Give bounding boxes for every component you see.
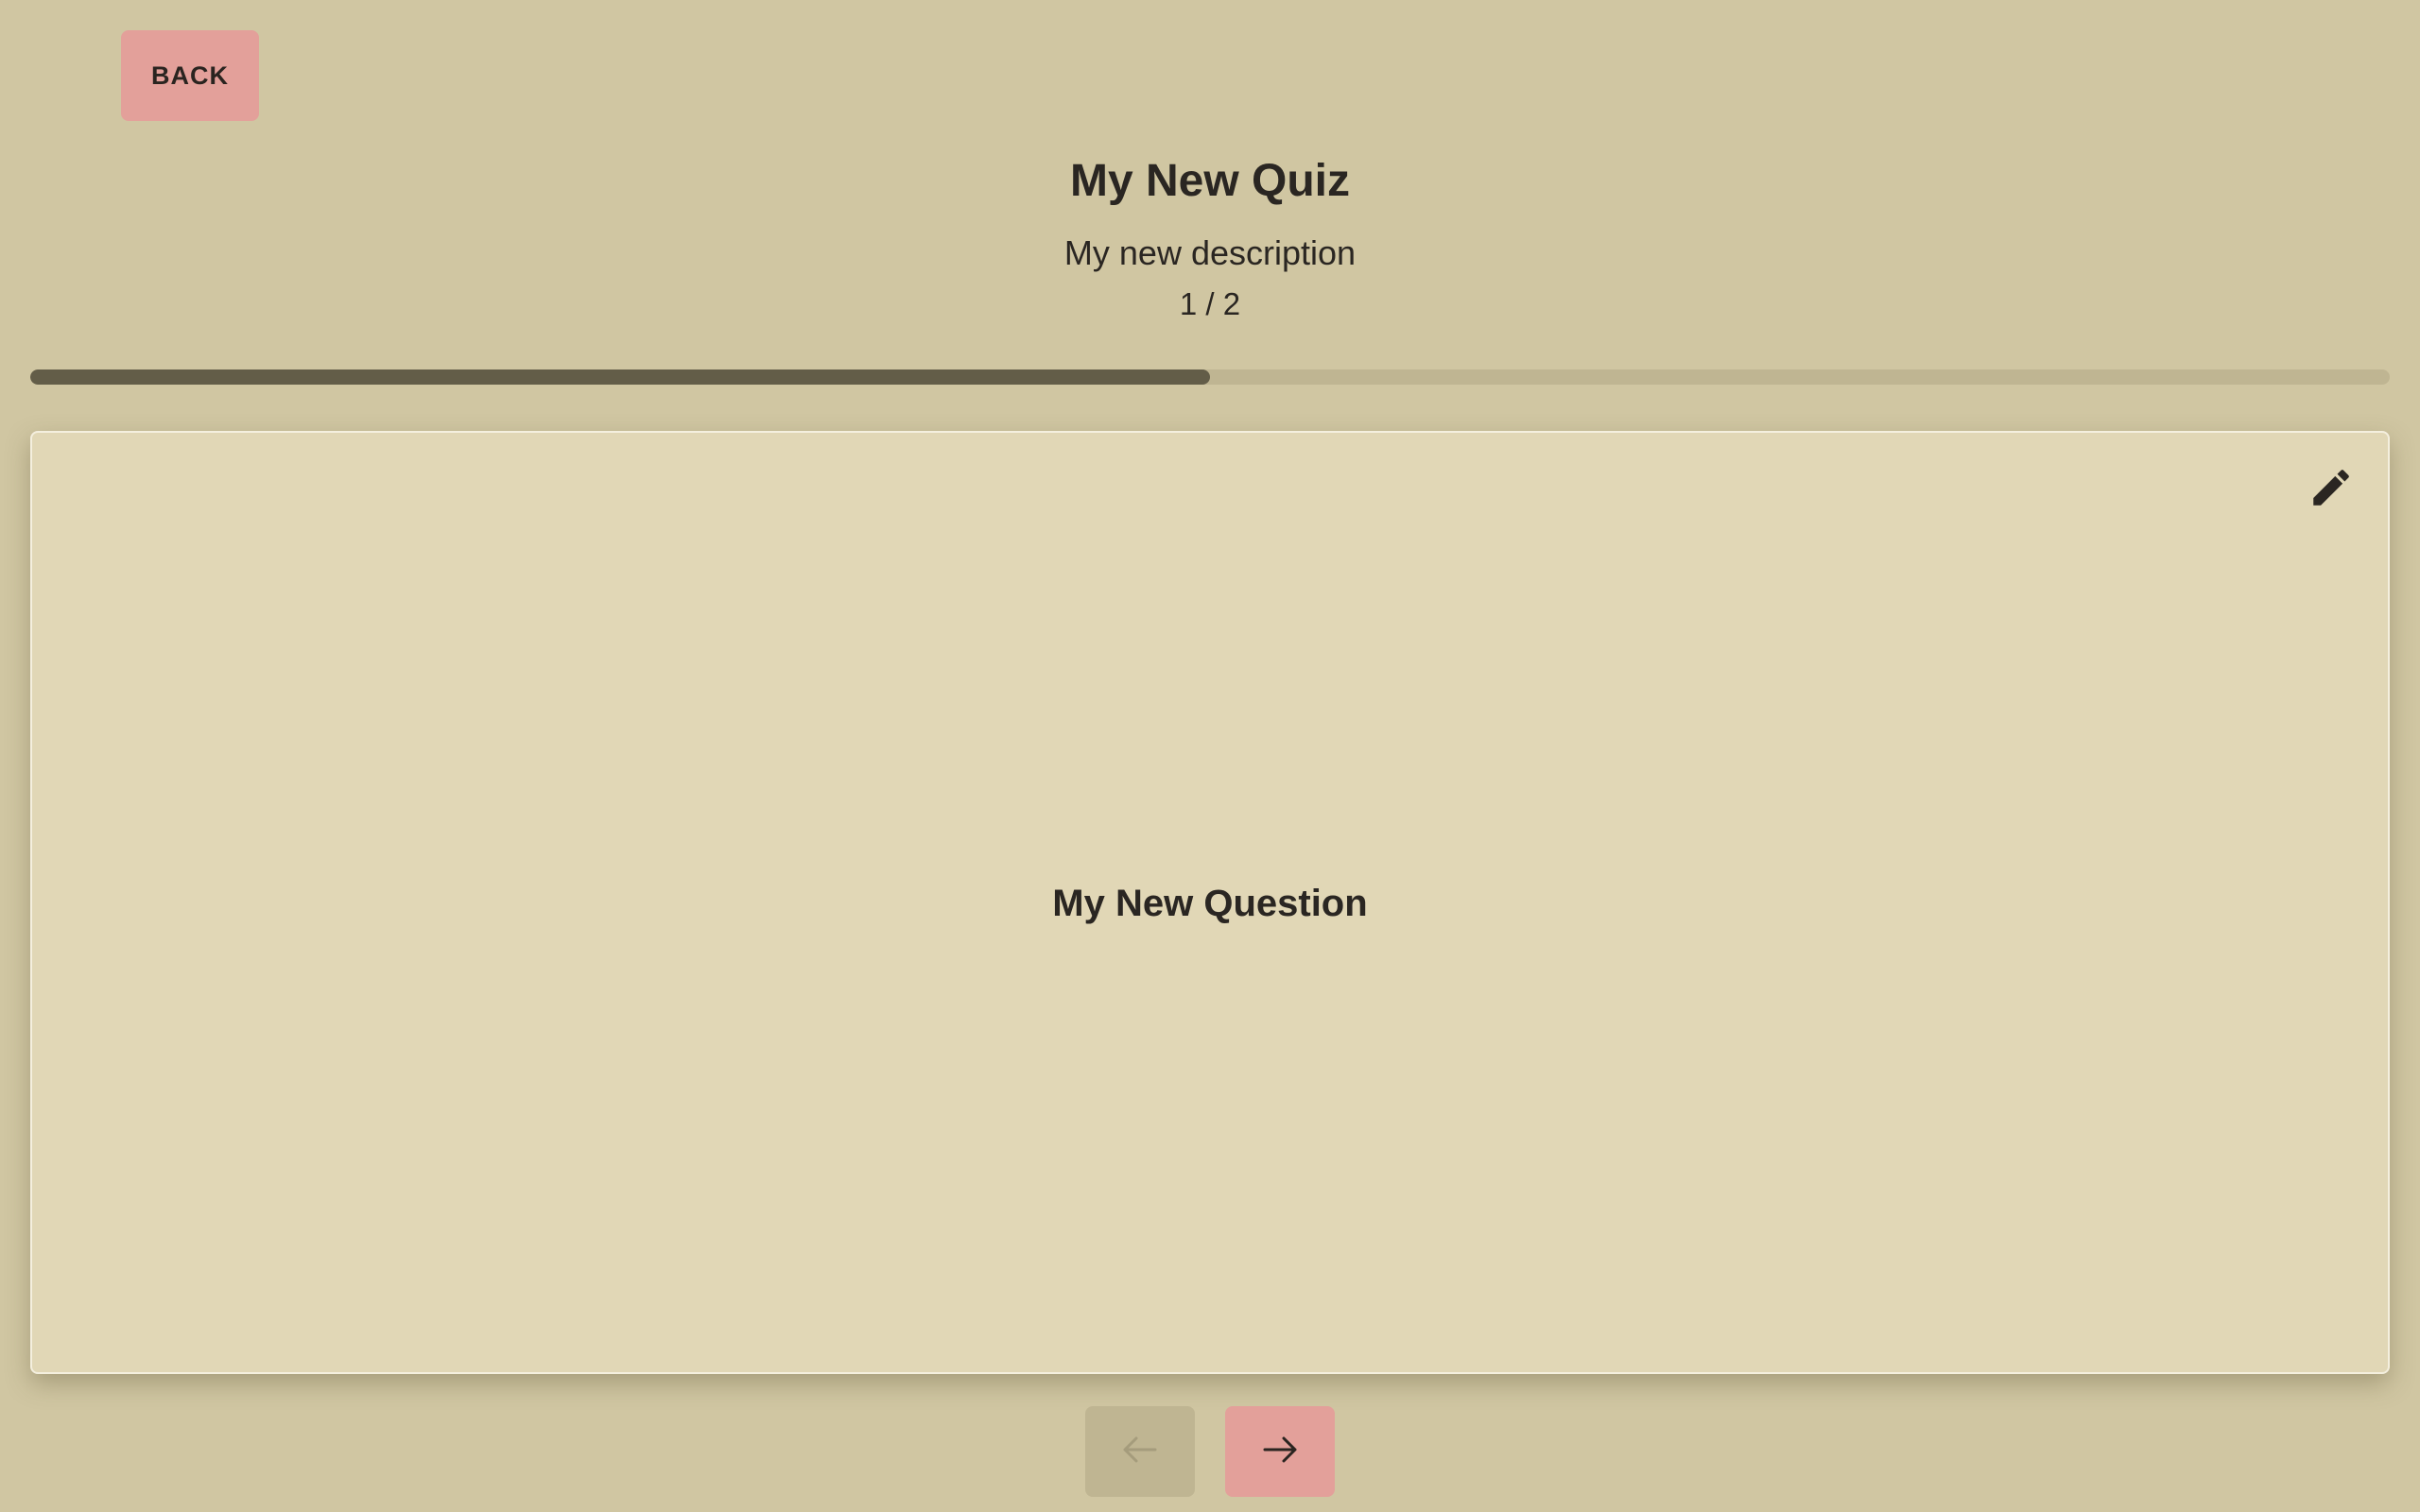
question-text: My New Question — [1052, 883, 1368, 924]
question-card[interactable]: My New Question — [30, 431, 2390, 1374]
pencil-icon — [2308, 464, 2355, 516]
edit-button[interactable] — [2303, 461, 2360, 518]
progress-fill — [30, 369, 1210, 385]
back-button[interactable]: BACK — [121, 30, 259, 121]
quiz-description: My new description — [1063, 233, 1357, 272]
progress-bar — [30, 369, 2390, 385]
quiz-title: My New Quiz — [1069, 156, 1351, 206]
previous-button[interactable] — [1085, 1406, 1195, 1497]
arrow-right-icon — [1257, 1427, 1303, 1477]
question-counter: 1 / 2 — [1179, 286, 1241, 321]
arrow-left-icon — [1117, 1427, 1163, 1477]
next-button[interactable] — [1225, 1406, 1335, 1497]
